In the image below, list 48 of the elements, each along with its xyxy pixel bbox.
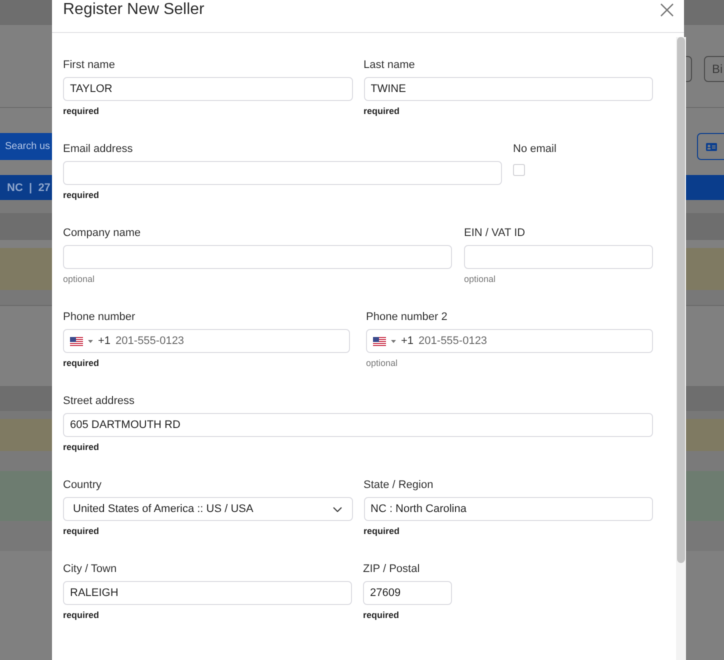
text-field[interactable] — [464, 245, 653, 269]
field-note: required — [63, 190, 100, 201]
field-label: State / Region — [364, 478, 434, 492]
chevron-icon — [332, 506, 342, 512]
field-label: City / Town — [63, 562, 118, 576]
field-note: required — [63, 610, 100, 621]
field-note: optional — [464, 274, 496, 285]
field-note: required — [63, 106, 100, 117]
field-label: No email — [513, 142, 558, 156]
field-label: EIN / VAT ID — [464, 226, 526, 240]
field-label: Street address — [63, 394, 136, 408]
field-note: required — [363, 610, 400, 621]
field-label: Email address — [63, 142, 134, 156]
field-note: required — [63, 442, 100, 453]
field-label: Phone number — [63, 310, 136, 324]
text-field[interactable] — [63, 245, 452, 269]
text-field[interactable]: RALEIGH — [63, 581, 352, 605]
text-field[interactable] — [63, 161, 502, 185]
field-label: Last name — [364, 58, 416, 72]
text-field[interactable]: TWINE — [364, 77, 653, 101]
dialog-title: Register New Seller — [63, 1, 204, 19]
flag-icon — [70, 336, 83, 346]
caret-icon — [391, 340, 396, 342]
field-note: required — [63, 358, 100, 369]
scrollbar[interactable] — [676, 37, 686, 660]
field-note: required — [63, 526, 100, 537]
phone-field[interactable]: +1 201-555-0123 — [63, 329, 350, 353]
id-card-icon — [706, 142, 717, 150]
field-label: ZIP / Postal — [363, 562, 421, 576]
field-label: Phone number 2 — [366, 310, 448, 324]
phone-field[interactable]: +1 201-555-0123 — [366, 329, 653, 353]
field-label: First name — [63, 58, 116, 72]
text-field[interactable]: NC : North Carolina — [364, 497, 653, 521]
select-field[interactable]: United States of America :: US / USA — [63, 497, 352, 521]
close-button[interactable] — [660, 3, 674, 17]
field-note: optional — [63, 274, 95, 285]
text-field[interactable]: TAYLOR — [63, 77, 352, 101]
scrollbar-thumb[interactable] — [677, 37, 685, 563]
caret-icon — [88, 340, 93, 342]
field-note: optional — [366, 358, 398, 369]
field-note: required — [364, 526, 400, 537]
text-field[interactable]: 605 DARTMOUTH RD — [63, 413, 653, 437]
checkbox[interactable] — [513, 164, 525, 176]
field-label: Company name — [63, 226, 142, 240]
flag-icon — [373, 336, 386, 346]
field-note: required — [364, 106, 400, 117]
text-field[interactable]: 27609 — [363, 581, 452, 605]
field-label: Country — [63, 478, 103, 492]
